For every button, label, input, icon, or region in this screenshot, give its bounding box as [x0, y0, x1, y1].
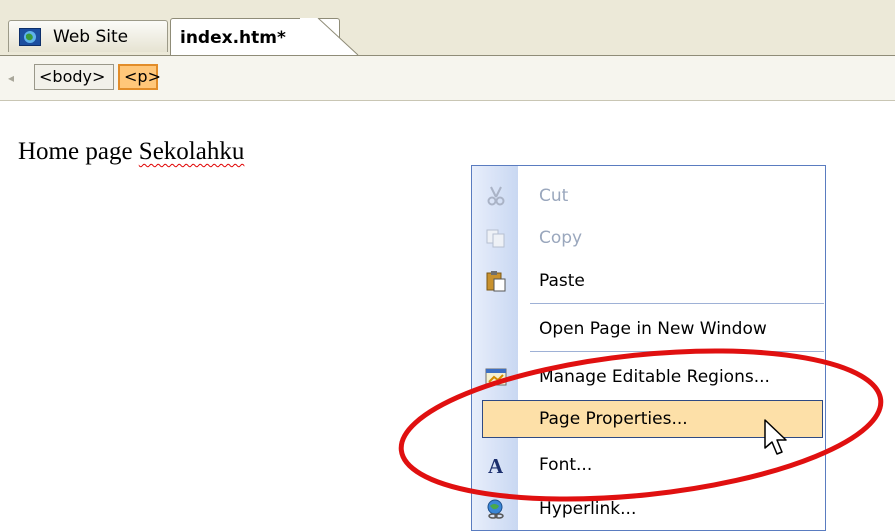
menu-item-manage-editable-regions[interactable]: Manage Editable Regions... [472, 355, 825, 399]
menu-item-paste[interactable]: Paste [472, 259, 825, 303]
web-site-icon [19, 27, 41, 46]
svg-text:A: A [488, 454, 504, 476]
copy-icon [484, 226, 508, 250]
menu-separator [530, 351, 824, 352]
tag-p[interactable]: <p> [118, 64, 161, 90]
menu-item-cut-label: Cut [539, 186, 569, 206]
paste-icon [484, 269, 508, 293]
menu-item-open-page-new-window-label: Open Page in New Window [539, 319, 767, 339]
scroll-left-arrow-icon[interactable]: ◂ [8, 70, 18, 86]
tab-index-htm-label: index.htm* [180, 27, 286, 48]
menu-item-paste-label: Paste [539, 271, 585, 291]
document-text: Home page [18, 138, 139, 165]
scissors-icon [484, 184, 508, 208]
menu-item-copy[interactable]: Copy [472, 216, 825, 260]
context-menu: Cut Copy Paste Open Page in New Window M… [471, 165, 826, 531]
document-body-text[interactable]: Home page Sekolahku [18, 138, 244, 166]
menu-item-copy-label: Copy [539, 228, 583, 248]
tag-body[interactable]: <body> [34, 64, 114, 90]
editable-regions-icon [484, 365, 508, 389]
tab-web-site-label: Web Site [53, 26, 129, 47]
hyperlink-icon [484, 497, 508, 521]
menu-separator [530, 303, 824, 304]
menu-item-hyperlink-label: Hyperlink... [539, 499, 637, 519]
menu-item-open-page-new-window[interactable]: Open Page in New Window [472, 307, 825, 351]
menu-item-hyperlink[interactable]: Hyperlink... [472, 487, 825, 531]
menu-item-manage-editable-regions-label: Manage Editable Regions... [539, 367, 770, 387]
menu-item-cut[interactable]: Cut [472, 174, 825, 218]
tag-selector-bar: ◂ <body> <p> [0, 56, 895, 101]
menu-item-font-label: Font... [539, 455, 593, 475]
tab-web-site[interactable]: Web Site [8, 20, 168, 52]
editor-tab-strip: Web Site index.htm* [0, 0, 895, 56]
tab-edge-decoration [300, 18, 359, 56]
menu-item-page-properties-label: Page Properties... [539, 409, 688, 429]
misspelled-word[interactable]: Sekolahku [139, 138, 245, 165]
mouse-cursor-icon [764, 419, 787, 455]
font-icon: A [484, 453, 508, 477]
